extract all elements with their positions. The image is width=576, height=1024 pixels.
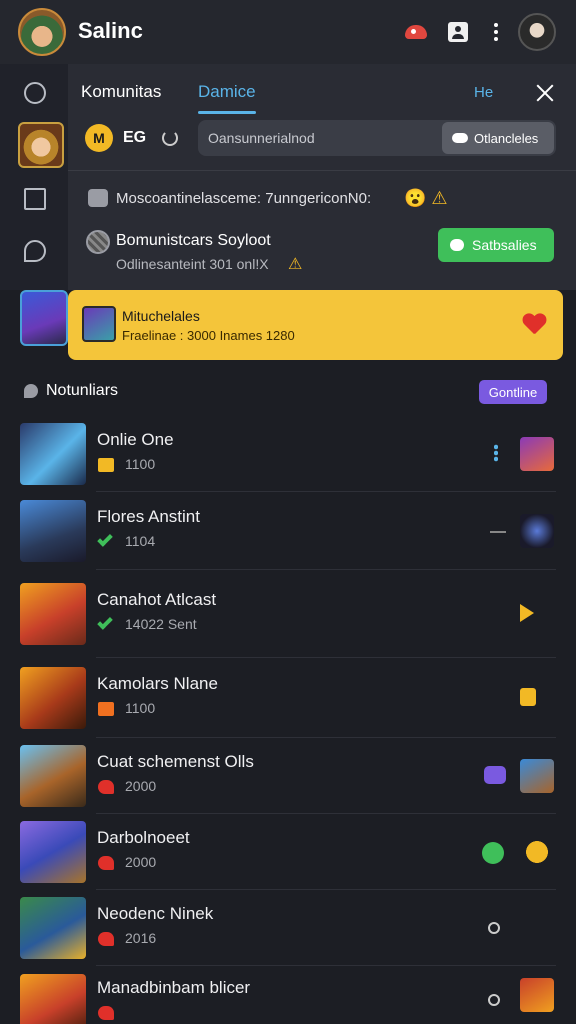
featured-banner[interactable]: Mituchelales Fraelinae : 3000 Inames 128…	[68, 290, 563, 360]
join-button-label: Satbsalies	[472, 237, 537, 253]
bag-icon	[98, 702, 114, 716]
event-icon	[86, 230, 110, 254]
heart-icon	[98, 1006, 114, 1020]
game-thumbnail[interactable]	[20, 423, 86, 485]
left-rail	[0, 64, 68, 290]
list-item[interactable]: Canahot Atlcast 14022 Sent	[0, 570, 576, 658]
heart-icon	[98, 856, 114, 870]
game-thumbnail[interactable]	[20, 500, 86, 562]
user-avatar[interactable]	[518, 13, 556, 51]
bag-icon	[98, 458, 114, 472]
game-count: 14022 Sent	[125, 616, 197, 632]
rail-hero-avatar[interactable]	[18, 122, 64, 168]
game-thumbnail[interactable]	[20, 974, 86, 1024]
search-field[interactable]: Oansunnerialnod Otlancleles	[198, 120, 556, 156]
list-item[interactable]: Onlie One 1100	[0, 416, 576, 492]
search-button-label: Otlancleles	[474, 130, 539, 146]
banner-title: Mituchelales	[122, 308, 200, 324]
game-title[interactable]: Flores Anstint	[97, 507, 200, 527]
list-item[interactable]: Manadbinbam blicer	[0, 966, 576, 1024]
game-title[interactable]: Darbolnoeet	[97, 828, 190, 848]
app-logo-avatar[interactable]	[18, 8, 66, 56]
game-title[interactable]: Cuat schemenst Olls	[97, 752, 254, 772]
discover-icon[interactable]	[24, 82, 46, 104]
cloud-icon	[452, 133, 468, 143]
game-thumbnail[interactable]	[20, 667, 86, 729]
search-text: Oansunnerialnod	[208, 130, 315, 146]
game-title[interactable]: Canahot Atlcast	[97, 590, 216, 610]
game-thumbnail[interactable]	[20, 583, 86, 645]
row-mini-thumbnail[interactable]	[520, 835, 554, 869]
active-tab-indicator	[198, 111, 256, 114]
notification-icon	[88, 189, 108, 207]
game-count: 2016	[125, 930, 157, 946]
list-item[interactable]: Flores Anstint 1104	[0, 492, 576, 570]
game-title[interactable]: Onlie One	[97, 430, 174, 450]
search-button[interactable]: Otlancleles	[442, 122, 554, 154]
notification-emoji: 😮 ⚠	[404, 188, 448, 208]
row-action-icon[interactable]	[488, 922, 500, 934]
list-item[interactable]: Neodenc Ninek 2016	[0, 890, 576, 966]
game-thumbnail[interactable]	[20, 897, 86, 959]
heart-icon[interactable]	[522, 314, 546, 336]
game-title[interactable]: Kamolars Nlane	[97, 674, 218, 694]
row-action-icon[interactable]	[488, 994, 500, 1006]
profile-icon[interactable]	[446, 20, 470, 44]
game-count: 1104	[125, 533, 156, 549]
app-title: Salinc	[78, 18, 143, 43]
game-title[interactable]: Manadbinbam blicer	[97, 978, 250, 998]
tab-komunitas[interactable]: Komunitas	[81, 82, 161, 102]
list-item[interactable]: Cuat schemenst Olls 2000	[0, 738, 576, 814]
warning-icon: ⚠	[288, 256, 303, 273]
row-mini-thumbnail[interactable]	[520, 978, 554, 1012]
row-action-icon[interactable]	[494, 444, 498, 462]
row-action-icon[interactable]	[520, 604, 534, 622]
more-icon[interactable]	[484, 20, 508, 44]
section-pill-button[interactable]: Gontline	[479, 380, 547, 404]
row-mini-thumbnail[interactable]	[520, 514, 554, 548]
game-count: 2000	[125, 854, 157, 870]
game-count: 1100	[125, 456, 156, 472]
top-bar: Salinc	[0, 0, 576, 64]
chat-bubble-icon	[450, 239, 464, 251]
banner-thumbnail	[82, 306, 116, 342]
section-icon	[24, 384, 38, 398]
row-action-icon[interactable]	[490, 531, 506, 533]
check-icon	[97, 531, 113, 547]
row-action-icon[interactable]	[482, 842, 504, 864]
row-action-icon[interactable]	[484, 766, 506, 784]
list-item[interactable]: Darbolnoeet 2000	[0, 814, 576, 890]
row-mini-thumbnail[interactable]	[520, 437, 554, 471]
list-item[interactable]: Kamolars Nlane 1100	[0, 658, 576, 738]
level-text: EG	[123, 129, 147, 146]
refresh-icon[interactable]	[162, 130, 178, 146]
row-mini-thumbnail[interactable]	[520, 759, 554, 793]
heart-icon	[98, 932, 114, 946]
join-button[interactable]: Satbsalies	[438, 228, 554, 262]
check-icon	[97, 614, 113, 630]
banner-subtitle: Fraelinae : 3000 Inames 1280	[122, 328, 295, 343]
tab-damice[interactable]: Damice	[198, 82, 256, 102]
chat-icon[interactable]	[24, 240, 46, 262]
community-panel: Komunitas Damice He M EG Oansunnerialnod…	[68, 64, 576, 290]
event-subtitle: Odlinesanteint 301 onl!X	[116, 256, 269, 272]
section-title: Notunliars	[46, 382, 119, 399]
grid-icon[interactable]	[24, 188, 46, 210]
close-icon[interactable]	[534, 82, 556, 104]
side-character-avatar[interactable]	[20, 290, 68, 346]
divider	[68, 170, 576, 171]
help-link[interactable]: He	[474, 84, 493, 101]
game-count: 1100	[125, 700, 156, 716]
mushroom-icon[interactable]	[404, 20, 428, 44]
game-thumbnail[interactable]	[20, 821, 86, 883]
row-action-icon[interactable]	[520, 688, 536, 706]
event-title[interactable]: Bomunistcars Soyloot	[116, 232, 271, 250]
heart-icon	[98, 780, 114, 794]
notification-text[interactable]: Moscoantinelasceme: 7unngericonN0:	[116, 190, 371, 207]
game-count: 2000	[125, 778, 157, 794]
game-title[interactable]: Neodenc Ninek	[97, 904, 213, 924]
game-thumbnail[interactable]	[20, 745, 86, 807]
coin-icon: M	[85, 124, 113, 152]
